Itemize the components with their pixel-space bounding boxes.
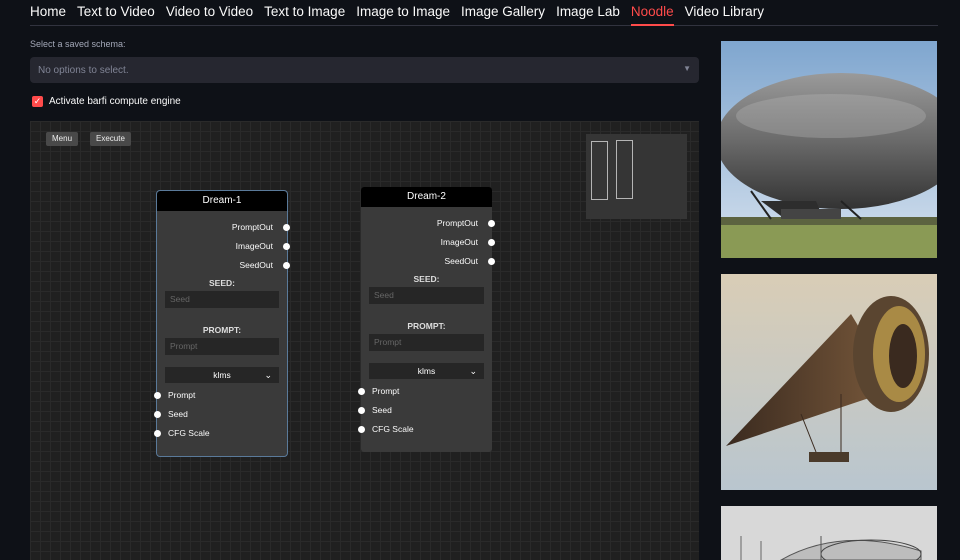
output-prompt-out: PromptOut [157, 218, 290, 237]
compute-engine-toggle[interactable]: ✓ Activate barfi compute engine [32, 96, 181, 107]
seed-label: SEED: [209, 278, 235, 288]
minimap-node [591, 141, 608, 200]
output-socket[interactable] [488, 258, 495, 265]
sampler-select[interactable]: klms ⌄ [369, 363, 484, 379]
prompt-label: PROMPT: [407, 321, 446, 331]
chevron-down-icon: ⌄ [264, 370, 272, 380]
output-image-out: ImageOut [361, 233, 495, 252]
minimap-node [616, 140, 633, 199]
tab-text-to-image[interactable]: Text to Image [264, 0, 345, 26]
execute-button[interactable]: Execute [90, 132, 131, 146]
compute-engine-label: Activate barfi compute engine [49, 96, 181, 107]
input-socket[interactable] [154, 392, 161, 399]
output-socket[interactable] [488, 239, 495, 246]
input-prompt: Prompt [154, 386, 287, 405]
tab-video-library[interactable]: Video Library [685, 0, 764, 26]
output-socket[interactable] [488, 220, 495, 227]
gallery-image-airship-sketch[interactable] [721, 506, 937, 560]
output-socket[interactable] [283, 262, 290, 269]
tab-home[interactable]: Home [30, 0, 66, 26]
tab-image-gallery[interactable]: Image Gallery [461, 0, 545, 26]
chevron-down-icon: ▼ [683, 64, 691, 73]
sampler-select[interactable]: klms ⌄ [165, 367, 279, 383]
output-prompt-out: PromptOut [361, 214, 495, 233]
schema-select[interactable]: No options to select. ▼ [30, 57, 699, 83]
output-seed-out: SeedOut [361, 252, 495, 271]
tab-image-to-image[interactable]: Image to Image [356, 0, 450, 26]
seed-input[interactable]: Seed [165, 291, 279, 308]
node-title[interactable]: Dream-1 [157, 191, 287, 211]
node-dream-2[interactable]: Dream-2 PromptOut ImageOut SeedOut SEED:… [358, 187, 495, 452]
minimap[interactable] [586, 134, 687, 219]
node-title[interactable]: Dream-2 [361, 187, 492, 207]
airship-sketch-image [721, 506, 937, 560]
airship-photo-image [721, 41, 937, 258]
tab-text-to-video[interactable]: Text to Video [77, 0, 155, 26]
menu-button[interactable]: Menu [46, 132, 79, 146]
tab-image-lab[interactable]: Image Lab [556, 0, 620, 26]
seed-label: SEED: [413, 274, 440, 284]
input-socket[interactable] [358, 426, 365, 433]
seed-input[interactable]: Seed [369, 287, 484, 304]
input-seed: Seed [358, 401, 492, 420]
input-socket[interactable] [358, 388, 365, 395]
input-seed: Seed [154, 405, 287, 424]
output-image-out: ImageOut [157, 237, 290, 256]
tab-video-to-video[interactable]: Video to Video [166, 0, 253, 26]
node-editor-canvas[interactable]: Menu Execute Dream-1 PromptOut ImageOut … [30, 121, 699, 560]
checkbox-checked-icon[interactable]: ✓ [32, 96, 43, 107]
chevron-down-icon: ⌄ [469, 366, 477, 376]
schema-select-label: Select a saved schema: [30, 39, 126, 49]
schema-select-placeholder: No options to select. [38, 65, 129, 76]
input-cfg-scale: CFG Scale [358, 420, 492, 439]
prompt-input[interactable]: Prompt [369, 334, 484, 351]
output-socket[interactable] [283, 224, 290, 231]
prompt-label: PROMPT: [202, 325, 242, 335]
gallery-image-steampunk-airship[interactable] [721, 274, 937, 490]
tab-noodle[interactable]: Noodle [630, 0, 674, 26]
prompt-input[interactable]: Prompt [165, 338, 279, 355]
output-seed-out: SeedOut [157, 256, 290, 275]
gallery-image-airship-photo[interactable] [721, 41, 937, 258]
input-cfg-scale: CFG Scale [154, 424, 287, 443]
input-prompt: Prompt [358, 382, 492, 401]
input-socket[interactable] [154, 430, 161, 437]
output-socket[interactable] [283, 243, 290, 250]
input-socket[interactable] [358, 407, 365, 414]
node-dream-1[interactable]: Dream-1 PromptOut ImageOut SeedOut SEED:… [154, 190, 290, 457]
input-socket[interactable] [154, 411, 161, 418]
tab-bar: Home Text to Video Video to Video Text t… [30, 0, 938, 26]
steampunk-airship-image [721, 274, 937, 490]
